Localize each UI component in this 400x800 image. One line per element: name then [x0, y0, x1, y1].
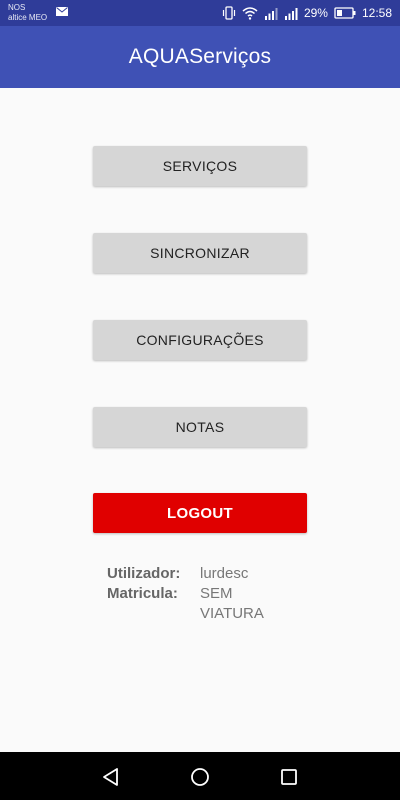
battery-icon — [334, 7, 356, 19]
plate-value-line-1: SEM — [200, 585, 233, 602]
app-title: AQUAServiços — [128, 45, 272, 68]
status-icons: 29% 12:58 — [222, 5, 392, 21]
user-info: Utilizador: lurdesc Matricula: SEM VIATU… — [107, 564, 282, 624]
screen: NOS altice MEO 29% 12:58 AQUAServiços SE… — [0, 0, 400, 800]
configuracoes-button[interactable]: CONFIGURAÇÕES — [93, 320, 307, 360]
home-icon[interactable] — [189, 766, 211, 788]
vibrate-icon — [222, 6, 236, 20]
battery-percent: 29% — [303, 6, 328, 20]
user-row: Utilizador: lurdesc — [107, 564, 282, 584]
sincronizar-button[interactable]: SINCRONIZAR — [93, 233, 307, 273]
plate-label: Matricula: — [107, 585, 178, 602]
status-bar: NOS altice MEO 29% 12:58 — [0, 0, 400, 26]
carrier-info: NOS altice MEO — [8, 3, 47, 23]
clock: 12:58 — [361, 6, 392, 20]
plate-value-line-2: VIATURA — [200, 605, 264, 622]
logout-button[interactable]: LOGOUT — [93, 493, 307, 533]
servicos-button[interactable]: SERVIÇOS — [93, 146, 307, 186]
notas-button[interactable]: NOTAS — [93, 407, 307, 447]
wifi-icon — [242, 6, 258, 20]
navigation-bar — [0, 752, 400, 800]
plate-row: Matricula: SEM VIATURA — [107, 584, 282, 624]
plate-value: SEM VIATURA — [200, 584, 282, 624]
main-content: SERVIÇOS SINCRONIZAR CONFIGURAÇÕES NOTAS… — [0, 88, 400, 752]
user-label: Utilizador: — [107, 565, 181, 582]
signal-icon — [284, 7, 298, 20]
recent-apps-icon[interactable] — [278, 766, 300, 788]
carrier-line-1: NOS — [8, 3, 26, 12]
user-value: lurdesc — [200, 565, 249, 582]
back-icon[interactable] — [100, 766, 122, 788]
app-bar: AQUAServiços — [0, 26, 400, 88]
carrier-line-2: altice MEO — [8, 13, 48, 22]
signal-icon — [264, 7, 278, 20]
mail-icon — [56, 7, 68, 16]
